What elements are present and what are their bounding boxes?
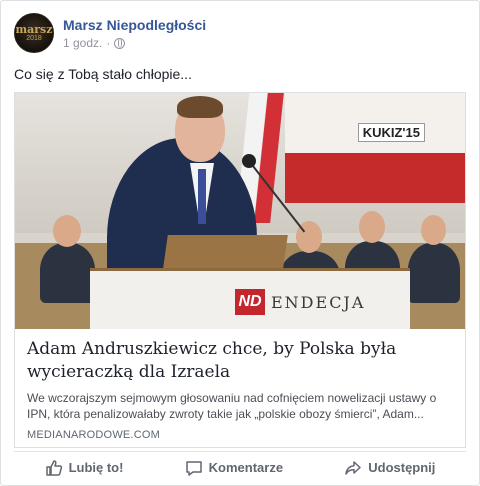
- link-domain: MEDIANARODOWE.COM: [27, 429, 160, 441]
- speaker-tie: [198, 169, 206, 224]
- share-label: Udostępnij: [368, 460, 436, 475]
- link-description: We wczorajszym sejmowym głosowaniu nad c…: [27, 391, 437, 421]
- podium-brand: ENDECJA: [271, 292, 366, 312]
- image-banner-text: KUKIZ'15: [357, 123, 425, 142]
- share-icon: [345, 460, 361, 475]
- link-title[interactable]: Adam Andruszkiewicz chce, by Polska była…: [27, 338, 453, 384]
- globe-icon[interactable]: [114, 37, 126, 49]
- comment-button[interactable]: Komentarze: [185, 459, 283, 477]
- link-body: Adam Andruszkiewicz chce, by Polska była…: [15, 329, 465, 441]
- background-person-head: [421, 215, 446, 245]
- link-preview[interactable]: KUKIZ'15 ND ENDECJA Adam Andruszkiewicz …: [14, 92, 466, 448]
- link-image[interactable]: KUKIZ'15 ND ENDECJA: [15, 93, 465, 329]
- background-person: [408, 243, 460, 303]
- background-person-head: [359, 211, 385, 243]
- avatar-year: 2018: [26, 34, 42, 42]
- microphone-icon: [242, 154, 256, 168]
- post-header: marsz 2018 Marsz Niepodległości 1 godz. …: [14, 13, 206, 53]
- comment-icon: [185, 460, 202, 476]
- post-timestamp-row: 1 godz. ·: [63, 36, 206, 50]
- post-time[interactable]: 1 godz.: [63, 36, 102, 50]
- speaker-hair: [177, 96, 223, 118]
- comment-label: Komentarze: [208, 460, 284, 475]
- like-label: Lubię to!: [68, 460, 124, 475]
- nd-logo: ND: [235, 289, 265, 315]
- podium-logo: ND ENDECJA: [235, 289, 365, 315]
- page-name-link[interactable]: Marsz Niepodległości: [63, 16, 206, 34]
- post-text: Co się z Tobą stało chłopie...: [14, 66, 192, 82]
- share-button[interactable]: Udostępnij: [344, 459, 435, 477]
- like-icon: [45, 459, 62, 476]
- image-banner-red: [285, 153, 465, 203]
- meta-separator: ·: [106, 36, 111, 50]
- page-avatar[interactable]: marsz 2018: [14, 13, 54, 53]
- like-button[interactable]: Lubię to!: [45, 459, 124, 477]
- background-person: [40, 243, 95, 303]
- post-card: marsz 2018 Marsz Niepodległości 1 godz. …: [0, 0, 480, 486]
- post-actions: Lubię to! Komentarze Udostępnij: [14, 451, 466, 483]
- avatar-logo: marsz: [15, 22, 53, 36]
- post-meta: Marsz Niepodległości 1 godz. ·: [63, 16, 206, 53]
- background-person-head: [53, 215, 81, 247]
